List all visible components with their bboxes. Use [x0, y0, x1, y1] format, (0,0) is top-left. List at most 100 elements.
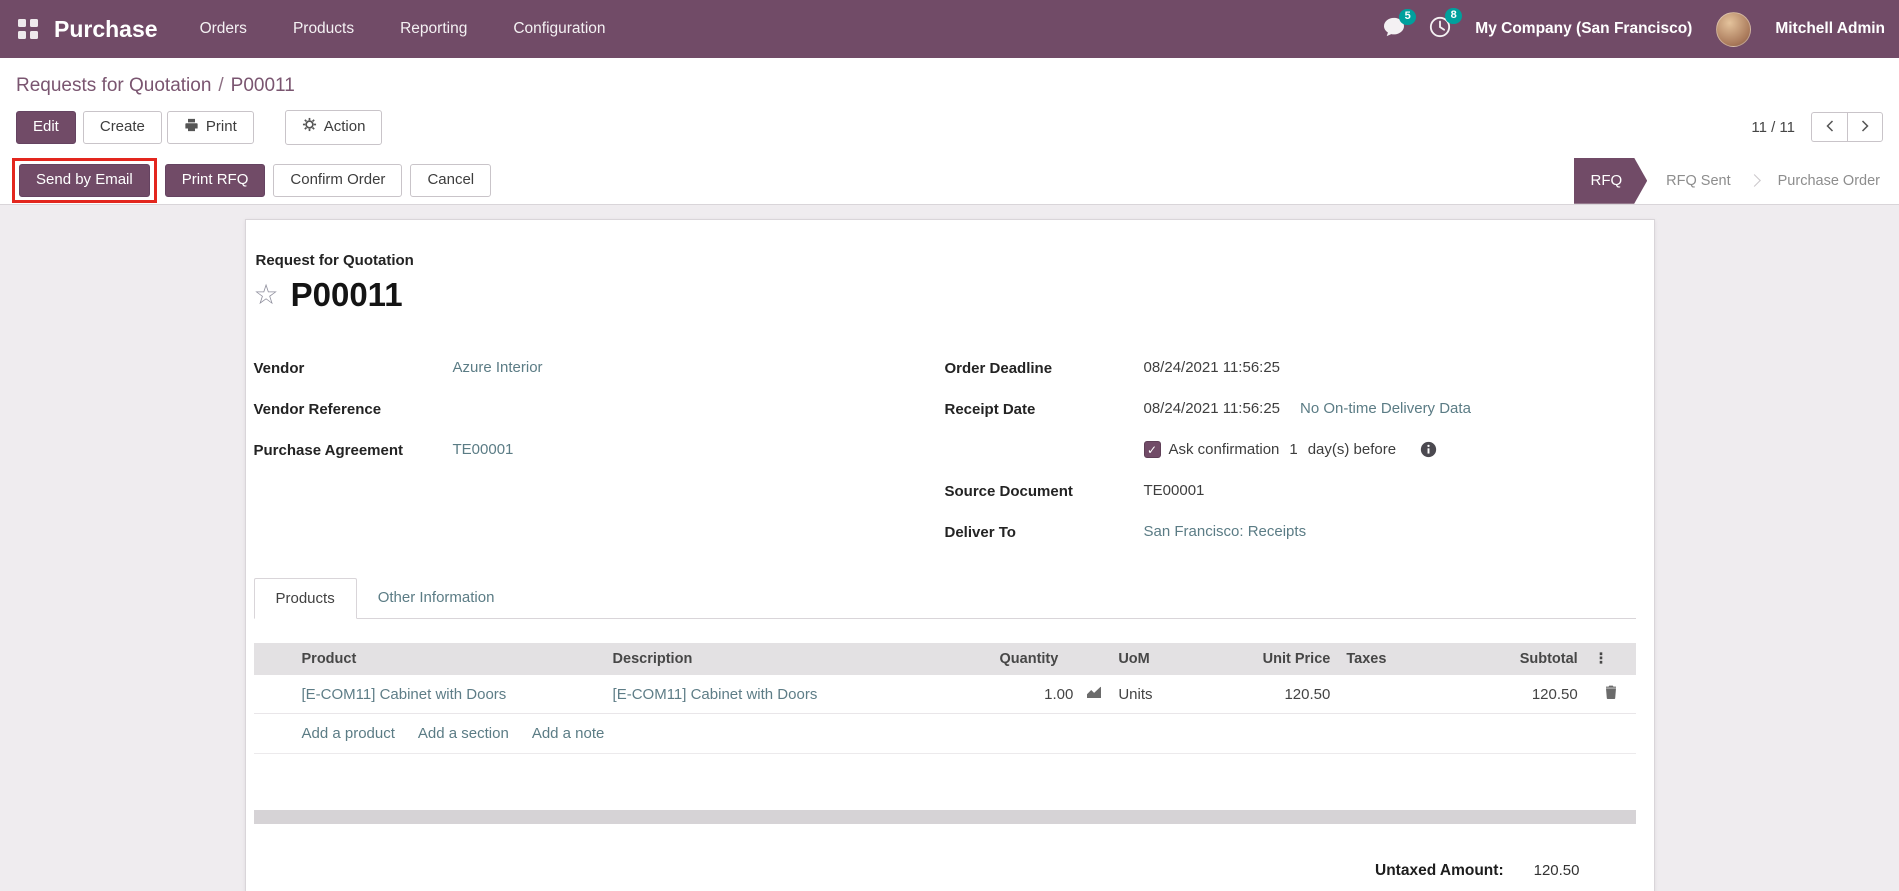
- tab-products[interactable]: Products: [254, 578, 357, 619]
- reminder-days-suffix: day(s) before: [1308, 441, 1396, 458]
- stage-rfq-sent[interactable]: RFQ Sent: [1647, 158, 1749, 204]
- stage-rfq[interactable]: RFQ: [1574, 158, 1648, 204]
- breadcrumb-separator: /: [218, 75, 223, 96]
- pager: 11 / 11: [1751, 112, 1883, 142]
- line-product[interactable]: [E-COM11] Cabinet with Doors: [302, 686, 507, 703]
- messages-button[interactable]: 5: [1383, 17, 1405, 42]
- reminder-days-value[interactable]: 1: [1289, 441, 1297, 458]
- optional-columns-icon[interactable]: ⋮: [1586, 643, 1636, 675]
- forecast-chart-icon[interactable]: [1086, 686, 1102, 703]
- deliver-to-field: Deliver To San Francisco: Receipts: [945, 523, 1636, 564]
- deliver-to-label: Deliver To: [945, 523, 1144, 541]
- gear-icon: [302, 117, 317, 138]
- field-groups: Vendor Azure Interior Vendor Reference P…: [254, 359, 1636, 564]
- menu-orders[interactable]: Orders: [200, 20, 247, 38]
- send-by-email-button[interactable]: Send by Email: [19, 164, 150, 197]
- delete-line-button[interactable]: [1586, 675, 1636, 714]
- tab-other-information[interactable]: Other Information: [357, 578, 516, 618]
- line-taxes: [1338, 675, 1404, 714]
- notebook-tabs: Products Other Information: [254, 578, 1636, 619]
- messages-badge: 5: [1399, 9, 1416, 25]
- top-navbar: Purchase Orders Products Reporting Confi…: [0, 0, 1899, 58]
- ask-confirmation-checkbox[interactable]: ✓: [1144, 441, 1161, 458]
- annotation-highlight-box: Send by Email: [12, 158, 157, 203]
- chevron-right-icon: [1861, 119, 1869, 136]
- totals-section: Untaxed Amount: 120.50: [254, 862, 1636, 880]
- navbar-right: 5 8 My Company (San Francisco) Mitchell …: [1383, 12, 1885, 47]
- app-name[interactable]: Purchase: [54, 16, 158, 43]
- print-button[interactable]: Print: [167, 111, 254, 145]
- line-add-row: Add a product Add a section Add a note: [254, 714, 1636, 754]
- edit-button[interactable]: Edit: [16, 111, 76, 144]
- activities-button[interactable]: 8: [1429, 16, 1451, 43]
- source-document-field: Source Document TE00001: [945, 482, 1636, 523]
- stage-purchase-order[interactable]: Purchase Order: [1759, 158, 1899, 204]
- company-switcher[interactable]: My Company (San Francisco): [1475, 20, 1692, 38]
- form-sheet: Request for Quotation ☆ P00011 Vendor Az…: [245, 219, 1655, 891]
- pager-next-button[interactable]: [1847, 112, 1883, 142]
- create-button[interactable]: Create: [83, 111, 162, 144]
- form-view-background: Request for Quotation ☆ P00011 Vendor Az…: [0, 205, 1899, 891]
- confirm-order-button[interactable]: Confirm Order: [273, 164, 402, 197]
- table-bottom-separator: [254, 810, 1636, 824]
- vendor-value[interactable]: Azure Interior: [453, 359, 543, 376]
- pager-previous-button[interactable]: [1811, 112, 1847, 142]
- col-taxes[interactable]: Taxes: [1338, 643, 1404, 675]
- vendor-reference-label: Vendor Reference: [254, 400, 453, 418]
- favorite-star-icon[interactable]: ☆: [254, 281, 279, 309]
- col-subtotal[interactable]: Subtotal: [1405, 643, 1586, 675]
- purchase-agreement-label: Purchase Agreement: [254, 441, 453, 459]
- ask-confirmation-field: ✓ Ask confirmation 1 day(s) before: [945, 441, 1636, 482]
- line-description: [E-COM11] Cabinet with Doors: [613, 686, 818, 703]
- breadcrumb-parent[interactable]: Requests for Quotation: [16, 75, 211, 96]
- info-icon[interactable]: [1420, 441, 1437, 458]
- user-avatar[interactable]: [1716, 12, 1751, 47]
- trash-icon: [1605, 686, 1617, 703]
- col-product[interactable]: Product: [254, 643, 605, 675]
- source-document-value: TE00001: [1144, 482, 1205, 499]
- receipt-date-value: 08/24/2021 11:56:25: [1144, 400, 1281, 417]
- line-unit-price: 120.50: [1199, 675, 1339, 714]
- untaxed-amount-label: Untaxed Amount:: [1375, 862, 1504, 880]
- right-field-column: Order Deadline 08/24/2021 11:56:25 Recei…: [945, 359, 1636, 564]
- vendor-label: Vendor: [254, 359, 453, 377]
- delivery-data-link[interactable]: No On-time Delivery Data: [1300, 400, 1471, 417]
- table-header-row: Product Description Quantity UoM Unit Pr…: [254, 643, 1636, 675]
- menu-products[interactable]: Products: [293, 20, 354, 38]
- purchase-agreement-field: Purchase Agreement TE00001: [254, 441, 945, 482]
- receipt-date-field: Receipt Date 08/24/2021 11:56:25 No On-t…: [945, 400, 1636, 441]
- ask-confirmation-label: Ask confirmation: [1169, 441, 1280, 458]
- order-deadline-label: Order Deadline: [945, 359, 1144, 377]
- menu-configuration[interactable]: Configuration: [513, 20, 605, 38]
- menu-reporting[interactable]: Reporting: [400, 20, 467, 38]
- control-panel: Edit Create Print Action: [0, 101, 1899, 158]
- statusbar-buttons: Send by Email Print RFQ Confirm Order Ca…: [12, 158, 491, 204]
- document-type-label: Request for Quotation: [256, 252, 1636, 269]
- line-quantity: 1.00: [1044, 686, 1073, 703]
- purchase-agreement-value[interactable]: TE00001: [453, 441, 514, 458]
- line-subtotal: 120.50: [1405, 675, 1586, 714]
- receipt-date-label: Receipt Date: [945, 400, 1144, 418]
- col-unit-price[interactable]: Unit Price: [1199, 643, 1339, 675]
- cancel-button[interactable]: Cancel: [410, 164, 491, 197]
- add-section-link[interactable]: Add a section: [418, 725, 509, 742]
- col-description[interactable]: Description: [605, 643, 931, 675]
- chevron-left-icon: [1826, 119, 1834, 136]
- add-note-link[interactable]: Add a note: [532, 725, 605, 742]
- add-product-link[interactable]: Add a product: [302, 725, 395, 742]
- order-deadline-field: Order Deadline 08/24/2021 11:56:25: [945, 359, 1636, 400]
- col-quantity[interactable]: Quantity: [931, 643, 1111, 675]
- user-menu[interactable]: Mitchell Admin: [1775, 20, 1885, 38]
- apps-menu-icon[interactable]: [18, 19, 39, 40]
- left-field-column: Vendor Azure Interior Vendor Reference P…: [254, 359, 945, 564]
- print-rfq-button[interactable]: Print RFQ: [165, 164, 266, 197]
- deliver-to-value[interactable]: San Francisco: Receipts: [1144, 523, 1307, 540]
- untaxed-amount-value: 120.50: [1534, 862, 1580, 879]
- pager-counter: 11 / 11: [1751, 119, 1795, 136]
- order-deadline-value: 08/24/2021 11:56:25: [1144, 359, 1281, 376]
- order-line-row[interactable]: [E-COM11] Cabinet with Doors [E-COM11] C…: [254, 675, 1636, 714]
- col-uom[interactable]: UoM: [1110, 643, 1198, 675]
- source-document-label: Source Document: [945, 482, 1144, 500]
- action-button[interactable]: Action: [285, 110, 383, 145]
- line-uom: Units: [1110, 675, 1198, 714]
